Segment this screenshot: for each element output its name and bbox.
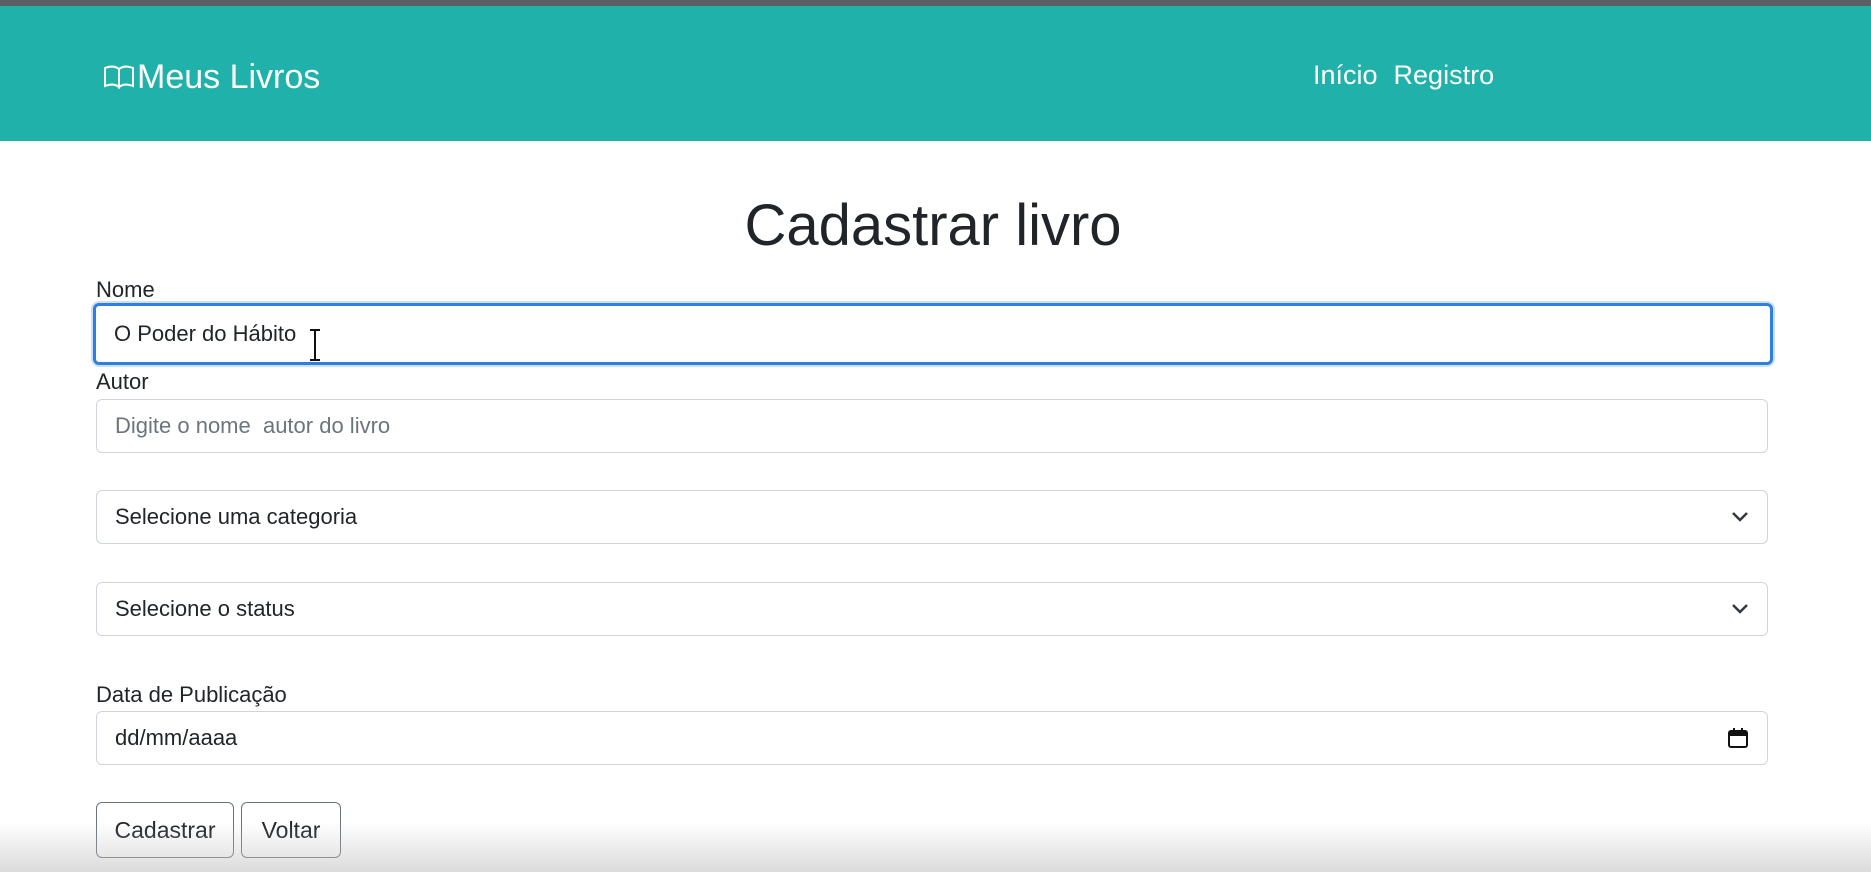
brand-link[interactable]: Meus Livros — [103, 52, 320, 102]
navbar: Meus Livros Início Registro — [0, 6, 1871, 141]
date-placeholder: dd/mm/aaaa — [115, 725, 238, 750]
categoria-selected-value: Selecione uma categoria — [115, 504, 358, 529]
cadastrar-button[interactable]: Cadastrar — [96, 802, 234, 858]
autor-input[interactable] — [115, 413, 1749, 439]
nav-link-registro[interactable]: Registro — [1394, 60, 1495, 91]
brand-label: Meus Livros — [137, 57, 321, 96]
nome-input[interactable] — [114, 321, 1752, 347]
nome-field[interactable] — [93, 303, 1773, 365]
chevron-down-icon — [1731, 603, 1749, 615]
data-publicacao-label: Data de Publicação — [96, 682, 287, 707]
status-select[interactable]: Selecione o status — [96, 582, 1768, 636]
autor-field[interactable] — [96, 399, 1768, 453]
autor-label: Autor — [96, 369, 149, 394]
book-icon — [103, 64, 135, 90]
status-selected-value: Selecione o status — [115, 596, 295, 621]
nav-links: Início Registro — [1313, 60, 1494, 91]
categoria-select[interactable]: Selecione uma categoria — [96, 490, 1768, 544]
i-beam-cursor-icon — [308, 328, 322, 362]
voltar-button[interactable]: Voltar — [241, 802, 341, 858]
page-title: Cadastrar livro — [744, 193, 1122, 258]
data-publicacao-field[interactable]: dd/mm/aaaa — [96, 711, 1768, 765]
calendar-icon[interactable] — [1727, 727, 1749, 749]
chevron-down-icon — [1731, 511, 1749, 523]
nav-link-inicio[interactable]: Início — [1313, 60, 1378, 91]
nome-label: Nome — [96, 277, 155, 302]
